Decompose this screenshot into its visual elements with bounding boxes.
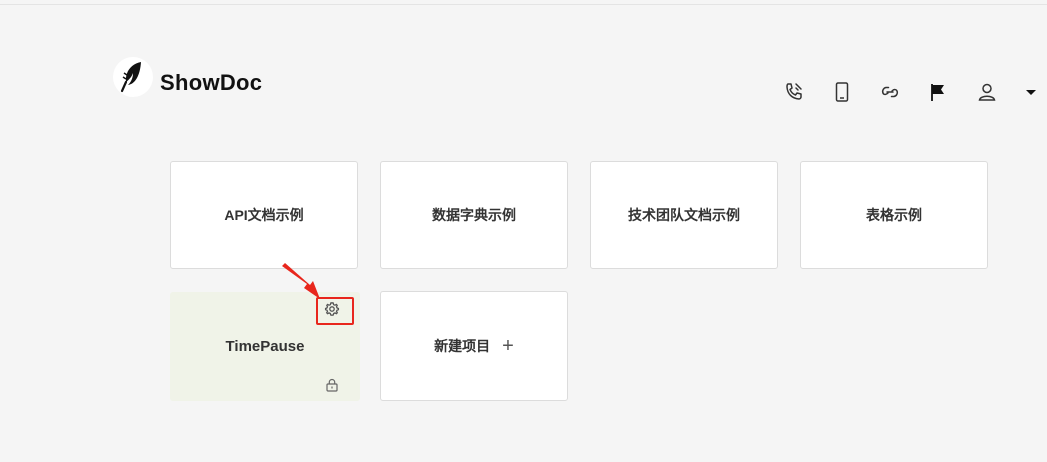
showdoc-logo[interactable] (113, 57, 153, 97)
new-project-card[interactable]: 新建项目 + (380, 291, 568, 401)
new-project-label: 新建项目 (434, 338, 491, 354)
user-icon[interactable] (975, 80, 999, 104)
top-divider (0, 4, 1047, 5)
project-card-data-dictionary[interactable]: 数据字典示例 (380, 161, 568, 269)
phone-icon[interactable] (782, 80, 806, 104)
plus-icon: + (502, 335, 514, 357)
project-card-api[interactable]: API文档示例 (170, 161, 358, 269)
link-icon[interactable] (878, 80, 902, 104)
project-title: 数据字典示例 (432, 207, 516, 223)
mobile-icon[interactable] (830, 80, 854, 104)
flag-icon[interactable] (926, 80, 950, 104)
app-title[interactable]: ShowDoc (160, 70, 262, 96)
feather-icon (120, 62, 141, 93)
project-title: API文档示例 (224, 207, 304, 223)
project-title: TimePause (225, 338, 305, 355)
gear-icon[interactable] (324, 301, 340, 317)
project-title: 技术团队文档示例 (628, 207, 740, 223)
lock-icon (326, 378, 338, 392)
project-title: 表格示例 (866, 207, 922, 223)
project-card-tech-team[interactable]: 技术团队文档示例 (590, 161, 778, 269)
dropdown-caret-icon[interactable] (1019, 80, 1043, 104)
project-card-timepause[interactable]: TimePause (170, 292, 360, 401)
project-card-table[interactable]: 表格示例 (800, 161, 988, 269)
